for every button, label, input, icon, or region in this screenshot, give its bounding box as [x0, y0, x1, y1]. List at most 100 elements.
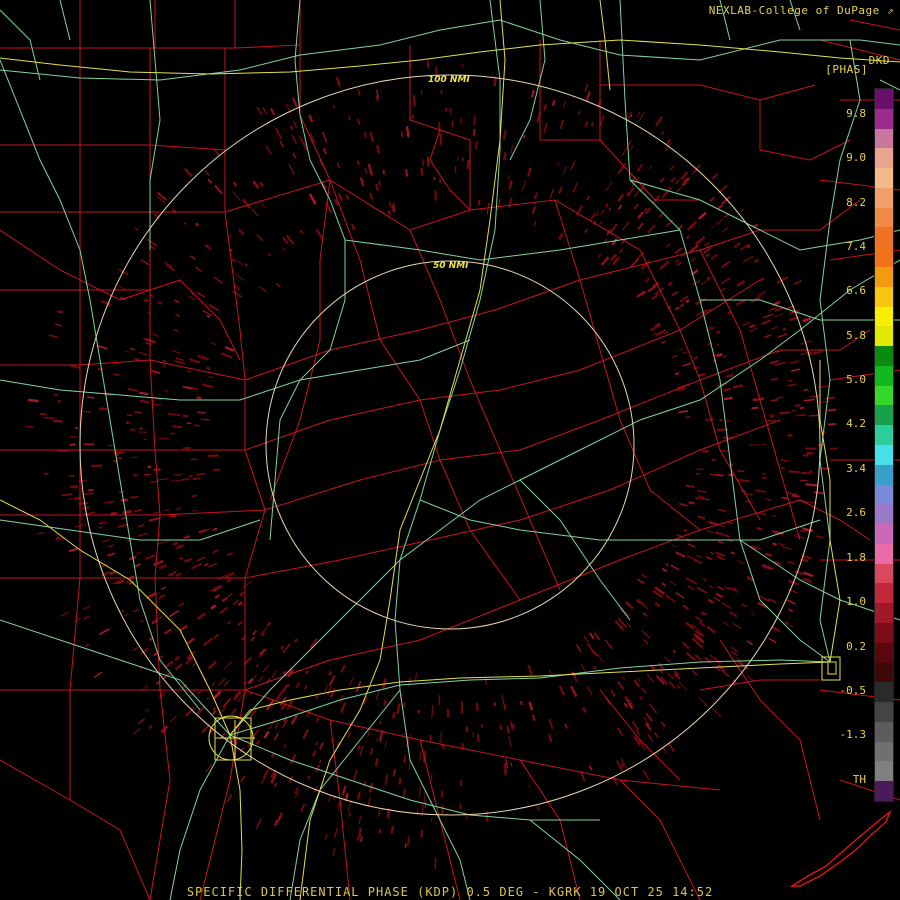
echo-gate: [87, 488, 94, 492]
echo-gate: [799, 406, 805, 410]
echo-gate: [97, 367, 104, 371]
echo-gate: [68, 474, 76, 477]
echo-gate: [148, 636, 154, 642]
echo-gate: [723, 396, 733, 401]
echo-gate: [174, 473, 183, 477]
colorbar-tick-label: 5.8: [846, 329, 866, 342]
colorbar-tick-label: 6.6: [846, 284, 866, 297]
echo-gate: [400, 131, 404, 138]
echo-gate: [186, 422, 192, 425]
echo-gate: [111, 511, 116, 516]
colorbar-segment: [875, 267, 893, 288]
echo-gate: [207, 454, 219, 458]
echo-gate: [206, 366, 211, 371]
colorbar-tick-label: TH: [852, 773, 866, 786]
echo-gate: [683, 528, 688, 532]
echo-gate: [696, 468, 705, 471]
echo-gate: [315, 717, 320, 722]
echo-gate: [791, 494, 800, 498]
echo-gate: [794, 404, 801, 407]
echo-gate: [382, 169, 386, 175]
echo-gate: [685, 484, 695, 488]
echo-gate: [715, 330, 721, 334]
echo-gate: [164, 389, 169, 392]
echo-gate: [460, 701, 464, 714]
colorbar-tick-label: -0.5: [839, 684, 867, 697]
colorbar-segment: [875, 603, 893, 624]
echo-gate: [120, 498, 128, 502]
colorbar-segment: [875, 445, 893, 466]
nexlab-credit: NEXLAB-College of DuPage ⇗: [709, 4, 894, 17]
echo-gate: [43, 416, 55, 420]
echo-gate: [499, 724, 503, 730]
echo-gate: [398, 777, 402, 785]
colorbar-segment: [875, 405, 893, 426]
echo-gate: [282, 670, 287, 675]
colorbar-segment: [875, 662, 893, 683]
echo-gate: [426, 156, 430, 167]
colorbar-segment: [875, 207, 893, 228]
echo-gate: [795, 413, 806, 417]
colorbar-tick-label: 8.2: [846, 196, 866, 209]
echo-gate: [604, 203, 609, 208]
echo-gate: [813, 491, 824, 495]
echo-gate: [434, 190, 438, 201]
echo-gate: [407, 836, 410, 846]
colorbar-segment: [875, 89, 893, 110]
echo-gate: [493, 76, 497, 87]
ring-label-100nmi: 100 NMI: [428, 75, 470, 85]
echo-gate: [328, 670, 333, 676]
echo-gate: [695, 496, 700, 500]
echo-gate: [827, 408, 837, 412]
echo-gate: [536, 806, 540, 812]
echo-gate: [727, 521, 734, 525]
echo-gate: [213, 468, 221, 472]
echo-gate: [28, 398, 39, 403]
echo-gate: [378, 828, 382, 834]
echo-gate: [143, 473, 152, 476]
echo-gate: [134, 357, 141, 362]
echo-gate: [693, 356, 699, 360]
echo-gate: [122, 509, 132, 515]
colorbar-tick-label: 7.4: [846, 240, 866, 253]
echo-gate: [423, 791, 426, 803]
echo-gate: [782, 327, 787, 332]
echo-gate: [688, 501, 695, 505]
echo-gate: [551, 99, 556, 107]
echo-gate: [305, 669, 310, 675]
echo-gate: [674, 372, 680, 376]
echo-gate: [307, 775, 311, 780]
echo-gate: [181, 478, 190, 481]
colorbar-tick-label: 1.0: [846, 595, 866, 608]
echo-gate: [347, 115, 351, 121]
echo-gate: [728, 473, 734, 477]
site-code: DKD: [868, 54, 890, 67]
echo-gate: [172, 541, 179, 546]
colorbar-segment: [875, 682, 893, 703]
echo-gate: [759, 277, 765, 282]
echo-gate: [162, 363, 166, 368]
echo-gate: [82, 410, 92, 413]
echo-gate: [168, 413, 181, 416]
echo-gate: [431, 710, 433, 719]
echo-gate: [357, 745, 361, 750]
echo-gate: [730, 551, 736, 555]
echo-gate: [404, 169, 409, 177]
colorbar-segment: [875, 227, 893, 248]
echo-gate: [770, 377, 779, 381]
product-tag: [PHAS]: [825, 63, 868, 76]
echo-gate: [405, 126, 410, 138]
echo-gate: [805, 483, 818, 487]
echo-gate: [493, 702, 497, 707]
colorbar-tick-label: 5.0: [846, 373, 866, 386]
echo-gate: [770, 398, 779, 402]
echo-gate: [519, 700, 524, 706]
echo-gate: [82, 506, 90, 510]
echo-gate: [705, 418, 715, 421]
colorbar-segment: [875, 583, 893, 604]
colorbar-tick-label: 9.8: [846, 107, 866, 120]
credit-text: NEXLAB-College of DuPage: [708, 4, 880, 17]
echo-gate: [420, 830, 424, 838]
echo-gate: [363, 132, 368, 138]
echo-gate: [714, 531, 721, 535]
